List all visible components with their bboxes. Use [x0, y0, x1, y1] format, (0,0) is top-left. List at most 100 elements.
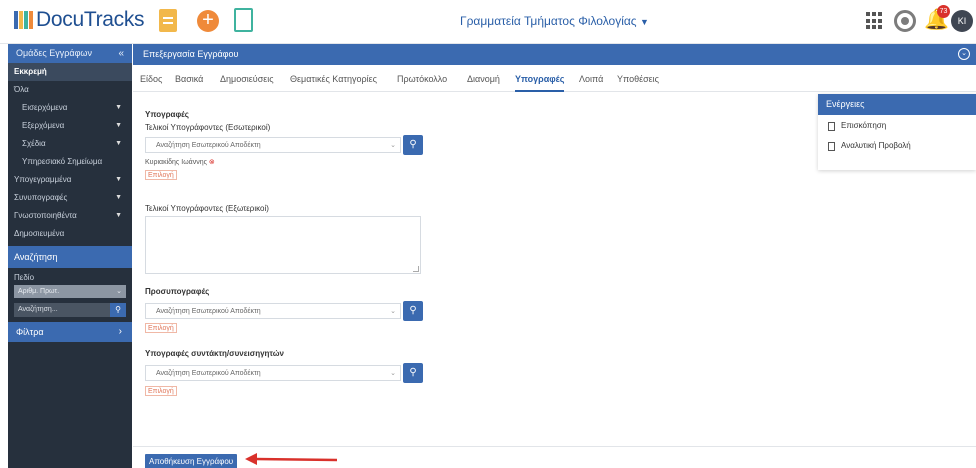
sidebar-item-label: Γνωστοποιηθέντα [14, 211, 77, 220]
search-icon[interactable]: ⚲ [110, 303, 126, 317]
search-icon[interactable]: ⚲ [403, 135, 423, 155]
tab-cases[interactable]: Υποθέσεις [617, 65, 659, 92]
add-icon[interactable]: + [197, 10, 219, 32]
collapse-circle-icon[interactable]: ⌄ [958, 48, 970, 60]
sidebar-item-label: Υπογεγραμμένα [14, 175, 72, 184]
action-label: Αναλυτική Προβολή [841, 141, 911, 150]
sidebar-header[interactable]: Ομάδες Εγγράφων « [8, 44, 132, 63]
tab-other[interactable]: Λοιπά [579, 65, 603, 92]
archive-icon[interactable] [234, 8, 253, 32]
select-placeholder: Αναζήτηση Εσωτερικού Αποδέκτη [156, 308, 261, 315]
sidebar-item-signed[interactable]: Υπογεγραμμένα ▼ [8, 171, 132, 189]
search-icon[interactable]: ⚲ [403, 363, 423, 383]
select-placeholder: Αναζήτηση Εσωτερικού Αποδέκτη [156, 370, 261, 377]
chevron-right-icon: › [118, 326, 122, 337]
remove-icon[interactable]: ⊗ [209, 159, 215, 166]
new-document-icon[interactable] [159, 9, 177, 32]
external-signers-label: Τελικοί Υπογράφοντες (Εξωτερικοί) [145, 204, 269, 213]
actions-panel: Ενέργειες Επισκόπηση Αναλυτική Προβολή [818, 94, 976, 170]
document-icon [828, 121, 835, 131]
sidebar-search: Αναζήτηση... ⚲ [14, 303, 126, 317]
red-arrow-icon [245, 453, 338, 465]
panel-title: Επεξεργασία Εγγράφου [143, 49, 239, 59]
tab-publications[interactable]: Δημοσιεύσεις [220, 65, 274, 92]
gear-icon[interactable] [894, 10, 916, 32]
save-document-button[interactable]: Αποθήκευση Εγγράφου [145, 454, 238, 468]
sidebar-item-outgoing[interactable]: Εξερχόμενα ▼ [8, 117, 132, 135]
sidebar-item-label: Εξερχόμενα [22, 121, 65, 130]
presign-select[interactable]: Αναζήτηση Εσωτερικού Αποδέκτη ⌄ [145, 303, 401, 319]
signer-name: Κυριακίδης Ιωάννης [145, 159, 207, 166]
sidebar-search-header[interactable]: Αναζήτηση [8, 246, 132, 268]
sidebar-item-label: Δημοσιευμένα [14, 229, 65, 238]
sidebar-item-drafts[interactable]: Σχέδια ▼ [8, 135, 132, 153]
chevron-down-icon: ⌄ [390, 142, 396, 149]
section-title: Υπογραφές [145, 110, 189, 119]
caret-down-icon: ▼ [115, 140, 122, 147]
sidebar-item-label: Υπηρεσιακό Σημείωμα [22, 157, 103, 166]
sidebar-item-incoming[interactable]: Εισερχόμενα ▼ [8, 99, 132, 117]
double-chevron-left-icon[interactable]: « [118, 44, 124, 63]
footer-divider [133, 446, 976, 447]
coauthors-select[interactable]: Αναζήτηση Εσωτερικού Αποδέκτη ⌄ [145, 365, 401, 381]
field-select-value: Αριθμ. Πρωτ. [18, 288, 60, 295]
action-detailed-view[interactable]: Αναλυτική Προβολή [818, 137, 976, 155]
sidebar-item-label: Όλα [14, 85, 29, 94]
choose-link-presign[interactable]: Επιλογή [145, 323, 177, 333]
chevron-down-icon: ⌄ [390, 308, 396, 315]
sidebar-item-label: Εκκρεμή [14, 67, 47, 76]
tab-distribution[interactable]: Διανομή [467, 65, 500, 92]
field-label: Πεδίο [14, 273, 35, 282]
document-lines-icon [828, 141, 835, 151]
action-preview[interactable]: Επισκόπηση [818, 117, 976, 135]
top-bar: DocuTracks + Γραμματεία Τμήματος Φιλολογ… [0, 0, 976, 44]
tab-categories[interactable]: Θεματικές Κατηγορίες [290, 65, 377, 92]
internal-signers-select-row: Αναζήτηση Εσωτερικού Αποδέκτη ⌄ ⚲ [145, 135, 423, 155]
caret-down-icon: ▼ [115, 122, 122, 129]
field-select[interactable]: Αριθμ. Πρωτ. ⌄ [14, 285, 126, 298]
external-signers-textarea[interactable] [145, 216, 421, 274]
sidebar: Ομάδες Εγγράφων « Εκκρεμή Όλα Εισερχόμεν… [8, 44, 132, 468]
sidebar-item-label: Σχέδια [22, 139, 46, 148]
internal-signers-select[interactable]: Αναζήτηση Εσωτερικού Αποδέκτη ⌄ [145, 137, 401, 153]
sidebar-search-input[interactable]: Αναζήτηση... [14, 303, 110, 317]
app-name: DocuTracks [36, 8, 145, 31]
department-label: Γραμματεία Τμήματος Φιλολογίας [460, 14, 637, 28]
sidebar-item-notified[interactable]: Γνωστοποιηθέντα ▼ [8, 207, 132, 225]
search-icon[interactable]: ⚲ [403, 301, 423, 321]
sidebar-item-all[interactable]: Όλα [8, 81, 132, 99]
chevron-down-icon: ⌄ [390, 370, 396, 377]
caret-down-icon: ▼ [115, 176, 122, 183]
tab-signatures[interactable]: Υπογραφές [515, 65, 565, 92]
coauthors-select-row: Αναζήτηση Εσωτερικού Αποδέκτη ⌄ ⚲ [145, 363, 423, 383]
choose-link-coauthors[interactable]: Επιλογή [145, 386, 177, 396]
caret-down-icon: ▼ [639, 17, 649, 27]
filters-toggle[interactable]: Φίλτρα › [8, 322, 132, 342]
action-label: Επισκόπηση [841, 121, 887, 130]
sidebar-item-memo[interactable]: Υπηρεσιακό Σημείωμα [8, 153, 132, 171]
tab-protocol[interactable]: Πρωτόκολλο [397, 65, 447, 92]
tab-basic[interactable]: Βασικά [175, 65, 203, 92]
sidebar-item-pending[interactable]: Εκκρεμή [8, 63, 132, 81]
select-placeholder: Αναζήτηση Εσωτερικού Αποδέκτη [156, 142, 261, 149]
sidebar-item-cosigned[interactable]: Συνυπογραφές ▼ [8, 189, 132, 207]
caret-down-icon: ▼ [115, 104, 122, 111]
logo[interactable]: DocuTracks [14, 8, 145, 32]
sidebar-header-label: Ομάδες Εγγράφων [16, 48, 92, 58]
sidebar-item-label: Εισερχόμενα [22, 103, 68, 112]
chevron-down-icon: ⌄ [116, 288, 122, 295]
internal-signers-label: Τελικοί Υπογράφοντες (Εσωτερικοί) [145, 123, 271, 132]
department-selector[interactable]: Γραμματεία Τμήματος Φιλολογίας ▼ [460, 14, 649, 28]
actions-header: Ενέργειες [818, 94, 976, 115]
notification-badge: 73 [937, 5, 950, 18]
filters-label: Φίλτρα [16, 327, 44, 337]
avatar[interactable]: KI [951, 10, 973, 32]
choose-link-internal[interactable]: Επιλογή [145, 170, 177, 180]
panel-header: Επεξεργασία Εγγράφου ⌄ [133, 44, 976, 65]
tab-type[interactable]: Είδος [140, 65, 162, 92]
sidebar-item-published[interactable]: Δημοσιευμένα [8, 225, 132, 243]
signer-tag: Κυριακίδης Ιωάννης ⊗ [145, 158, 215, 166]
sidebar-item-label: Συνυπογραφές [14, 193, 68, 202]
apps-grid-icon[interactable] [866, 12, 884, 30]
logo-mark-icon [14, 11, 33, 29]
